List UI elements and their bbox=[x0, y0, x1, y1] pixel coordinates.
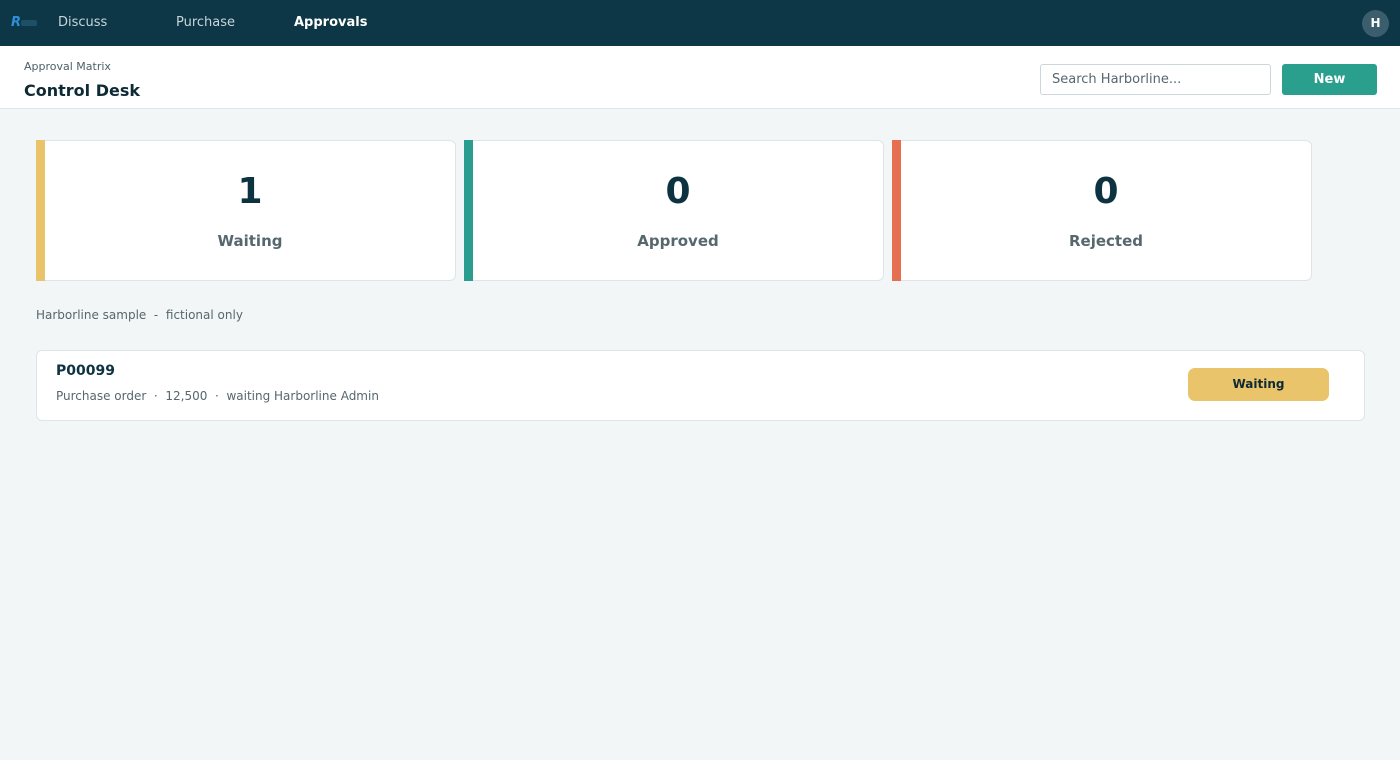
nav-item-purchase[interactable]: Purchase bbox=[176, 15, 235, 30]
stat-value: 1 bbox=[237, 171, 263, 212]
stat-value: 0 bbox=[665, 171, 691, 212]
status-badge: Waiting bbox=[1188, 368, 1329, 401]
stat-label: Waiting bbox=[217, 232, 283, 250]
approval-id[interactable]: P00099 bbox=[56, 363, 115, 379]
stat-accent-bar bbox=[36, 140, 45, 281]
new-button[interactable]: New bbox=[1282, 64, 1377, 95]
breadcrumb[interactable]: Approval Matrix bbox=[24, 60, 111, 73]
stat-card-rejected[interactable]: 0 Rejected bbox=[892, 140, 1312, 281]
stat-accent-bar bbox=[892, 140, 901, 281]
stat-value: 0 bbox=[1093, 171, 1119, 212]
stat-accent-bar bbox=[464, 140, 473, 281]
page-title: Control Desk bbox=[24, 81, 141, 100]
stat-label: Approved bbox=[637, 232, 719, 250]
user-avatar[interactable]: H bbox=[1362, 10, 1389, 37]
nav-item-discuss[interactable]: Discuss bbox=[58, 15, 107, 30]
stat-label: Rejected bbox=[1068, 232, 1143, 250]
brand-logo-icon[interactable]: R bbox=[11, 13, 41, 31]
approval-meta: Purchase order · 12,500 · waiting Harbor… bbox=[56, 389, 379, 403]
page-header: Approval Matrix Control Desk New bbox=[0, 46, 1400, 109]
nav-item-approvals[interactable]: Approvals bbox=[294, 15, 367, 30]
stat-card-approved[interactable]: 0 Approved bbox=[464, 140, 884, 281]
stat-card-waiting[interactable]: 1 Waiting bbox=[36, 140, 456, 281]
search-input[interactable] bbox=[1040, 64, 1271, 95]
sample-note: Harborline sample - fictional only bbox=[36, 308, 243, 322]
svg-text:R: R bbox=[11, 15, 21, 30]
approval-row[interactable]: P00099 Purchase order · 12,500 · waiting… bbox=[36, 350, 1365, 421]
top-navbar: R Discuss Purchase Approvals H bbox=[0, 0, 1400, 46]
